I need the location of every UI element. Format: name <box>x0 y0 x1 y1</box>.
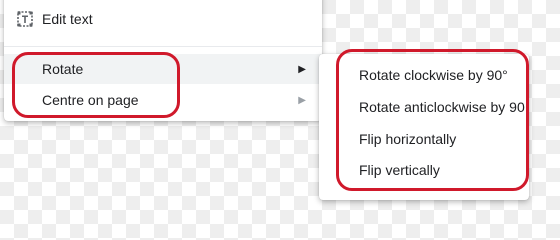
rotate-label: Rotate <box>42 61 84 77</box>
flip-vertically-label: Flip vertically <box>359 162 440 178</box>
submenu-arrow-icon: ▶ <box>298 94 306 106</box>
rotate-anticlockwise-label: Rotate anticlockwise by 90 <box>359 99 525 115</box>
context-menu: Edit text Rotate ▶ Centre on page ▶ <box>4 0 322 121</box>
rotate-submenu: Rotate clockwise by 90° Rotate anticlock… <box>319 54 529 200</box>
rotate-anticlockwise-item[interactable]: Rotate anticlockwise by 90 <box>319 92 529 122</box>
submenu-arrow-icon: ▶ <box>298 63 306 75</box>
centre-on-page-menu-item[interactable]: Centre on page ▶ <box>4 85 322 115</box>
edit-text-label: Edit text <box>42 11 93 27</box>
menu-divider <box>4 46 322 47</box>
edit-text-menu-item[interactable]: Edit text <box>4 4 322 34</box>
rotate-clockwise-item[interactable]: Rotate clockwise by 90° <box>319 60 529 90</box>
rotate-clockwise-label: Rotate clockwise by 90° <box>359 67 508 83</box>
flip-horizontally-item[interactable]: Flip horizontally <box>319 124 529 154</box>
flip-horizontally-label: Flip horizontally <box>359 131 457 147</box>
text-box-icon <box>17 11 33 27</box>
centre-on-page-label: Centre on page <box>42 92 139 108</box>
flip-vertically-item[interactable]: Flip vertically <box>319 155 529 185</box>
rotate-menu-item[interactable]: Rotate ▶ <box>4 54 322 84</box>
